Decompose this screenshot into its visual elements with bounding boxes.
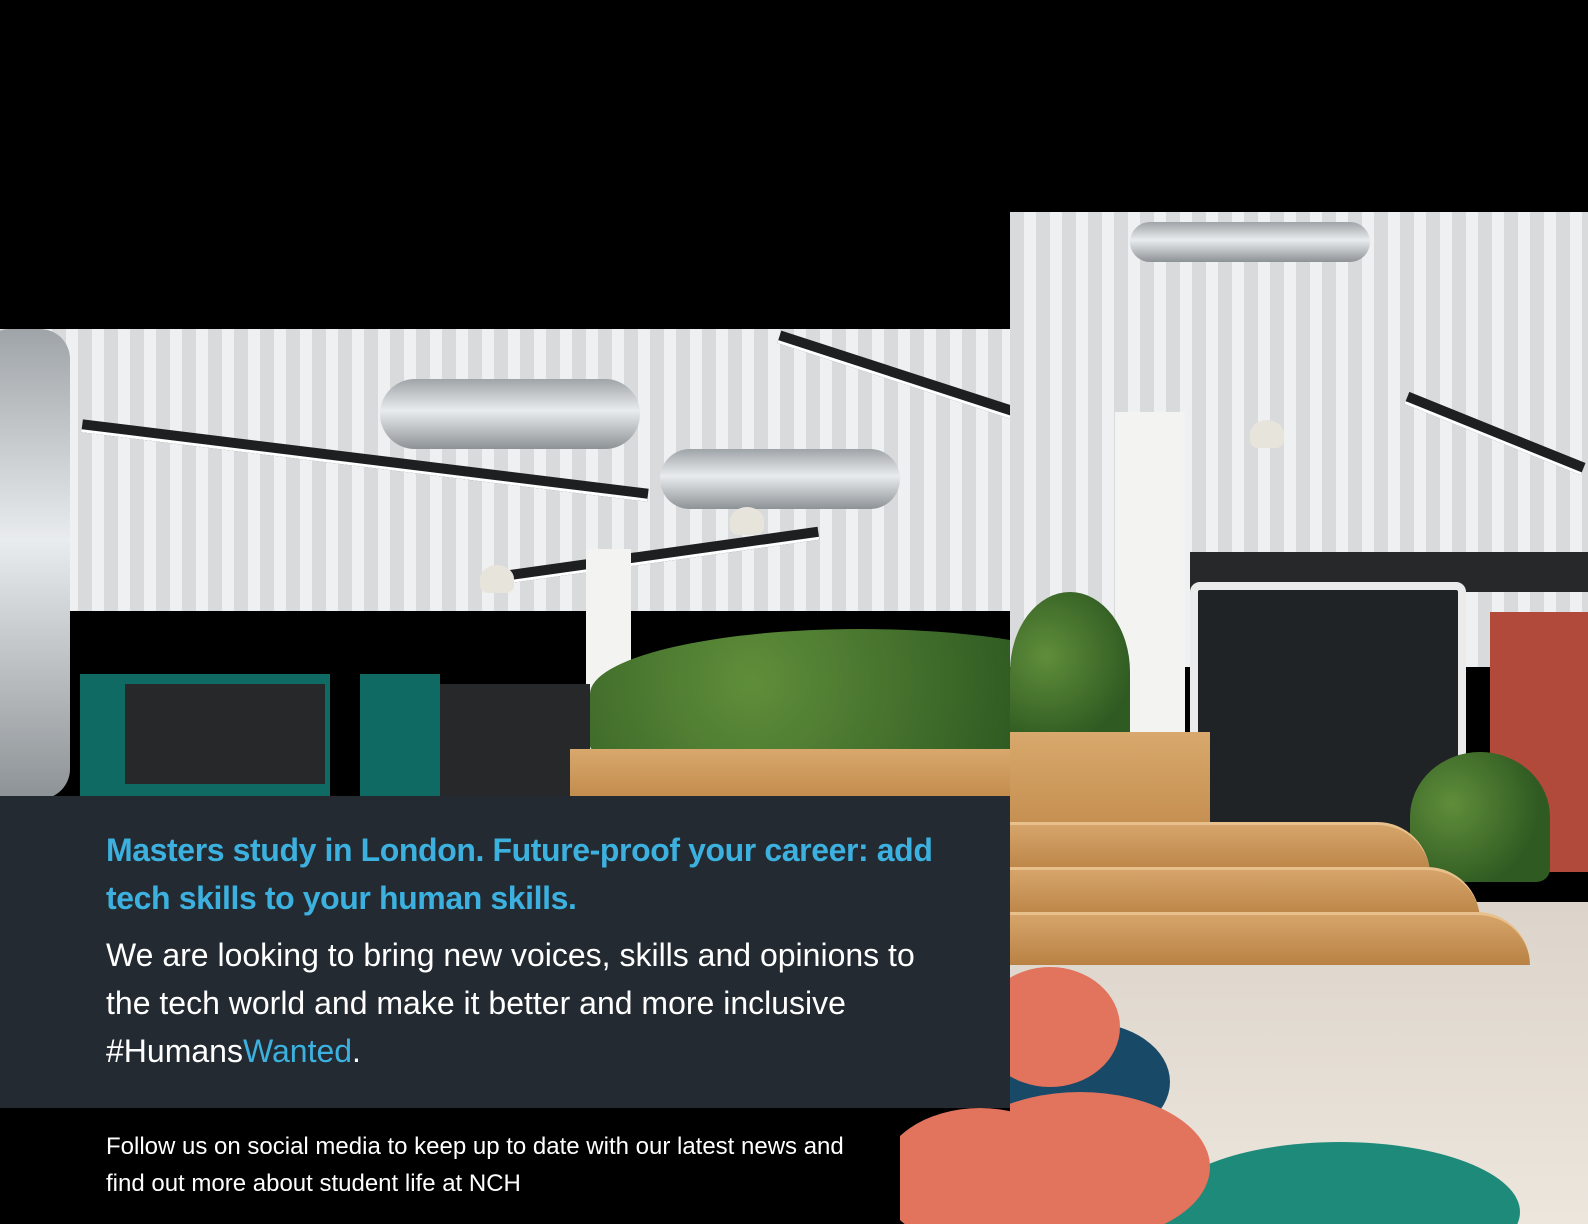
pendant-lamp: [730, 507, 764, 535]
intro-panel: Masters study in London. Future-proof yo…: [0, 796, 1010, 1108]
dark-wall: [125, 684, 325, 784]
hero-photo-strip: [900, 1108, 1010, 1224]
wooden-step: [1010, 912, 1530, 965]
intro-body: We are looking to bring new voices, skil…: [106, 931, 926, 1075]
ceiling-duct: [660, 449, 900, 509]
ceiling-duct: [1130, 222, 1370, 262]
ceiling-duct: [0, 329, 70, 799]
plants: [1010, 592, 1130, 752]
body-suffix: .: [352, 1033, 361, 1069]
ceiling-duct: [380, 379, 640, 449]
hero-photo-right: [1010, 212, 1588, 1224]
plants: [1410, 752, 1550, 882]
pendant-lamp: [1250, 420, 1284, 448]
social-media-note: Follow us on social media to keep up to …: [106, 1133, 844, 1197]
headline: Masters study in London. Future-proof yo…: [106, 832, 933, 916]
plants: [590, 629, 1010, 759]
orange-pouf: [900, 1108, 1010, 1224]
teal-wall: [360, 674, 440, 799]
hashtag-highlight: Wanted: [242, 1033, 353, 1069]
body-prefix: We are looking to bring new voices, skil…: [106, 937, 915, 1069]
wooden-planter: [570, 749, 1010, 799]
pendant-lamp: [480, 565, 514, 593]
dark-wall: [440, 684, 590, 799]
hero-photo-left: [0, 329, 1010, 799]
